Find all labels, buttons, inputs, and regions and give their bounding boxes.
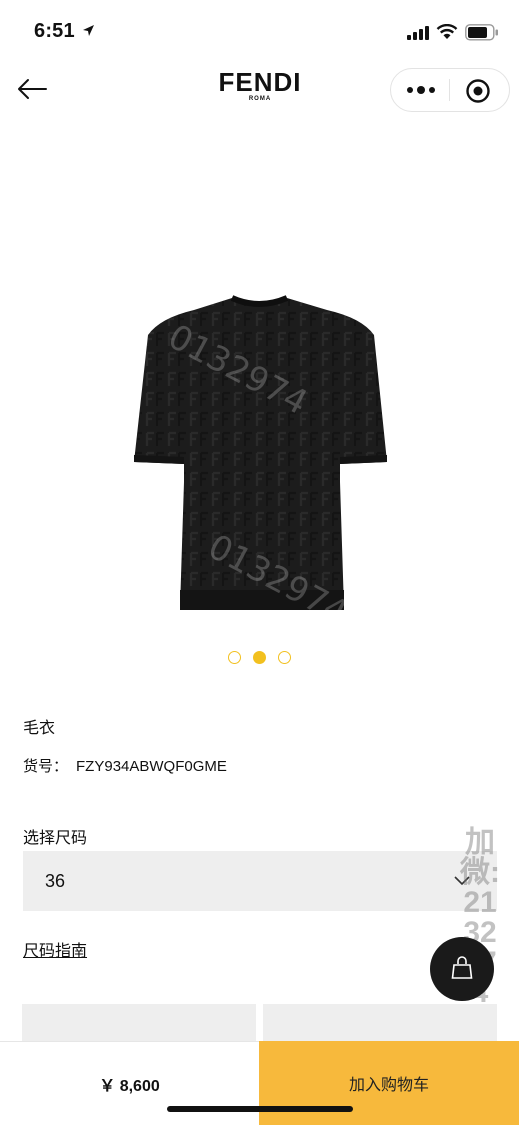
location-arrow-icon [83, 25, 94, 36]
pager-dot[interactable] [228, 651, 241, 664]
product-image[interactable]: 0132974 0132974 [122, 290, 397, 633]
capsule-divider [449, 79, 450, 101]
price-area: ￥ 8,600 [0, 1041, 259, 1126]
cellular-signal-icon [407, 26, 429, 40]
battery-icon [465, 24, 498, 41]
size-guide-link[interactable]: 尺码指南 [23, 937, 87, 961]
brand-logo: FENDI ROMA [200, 68, 320, 102]
close-target-icon[interactable] [465, 78, 491, 104]
home-indicator [167, 1106, 353, 1112]
pager-dot[interactable] [278, 651, 291, 664]
size-label: 选择尺码 [23, 830, 88, 847]
add-to-cart-label: 加入购物车 [348, 1077, 429, 1094]
pager-dot-active[interactable] [253, 651, 266, 664]
nav-bar: FENDI ROMA [0, 62, 519, 118]
product-name: 毛衣 [23, 720, 56, 737]
mini-program-capsule [390, 68, 510, 112]
status-time: 6:51 [34, 20, 75, 42]
more-dots-icon[interactable] [405, 79, 437, 101]
sku-row: 货号： FZY934ABWQF0GME [23, 755, 227, 776]
size-selected-value: 36 [45, 871, 66, 891]
brand-sub: ROMA [248, 96, 272, 102]
status-bar: 6:51 [0, 0, 519, 62]
shopping-bag-icon [451, 956, 473, 979]
size-select[interactable]: 36 [23, 851, 497, 911]
sku-value: FZY934ABWQF0GME [76, 758, 227, 775]
add-to-cart-button[interactable]: 加入购物车 [259, 1041, 519, 1125]
price: ￥ 8,600 [99, 1078, 160, 1095]
wifi-icon [436, 24, 458, 39]
shopping-bag-button[interactable] [430, 937, 494, 1001]
sku-label: 货号： [23, 758, 69, 775]
image-pager [225, 651, 297, 669]
back-arrow-icon[interactable] [16, 74, 48, 104]
bottom-bar: ￥ 8,600 加入购物车 [0, 1041, 519, 1126]
brand-name: FENDI [218, 67, 302, 97]
